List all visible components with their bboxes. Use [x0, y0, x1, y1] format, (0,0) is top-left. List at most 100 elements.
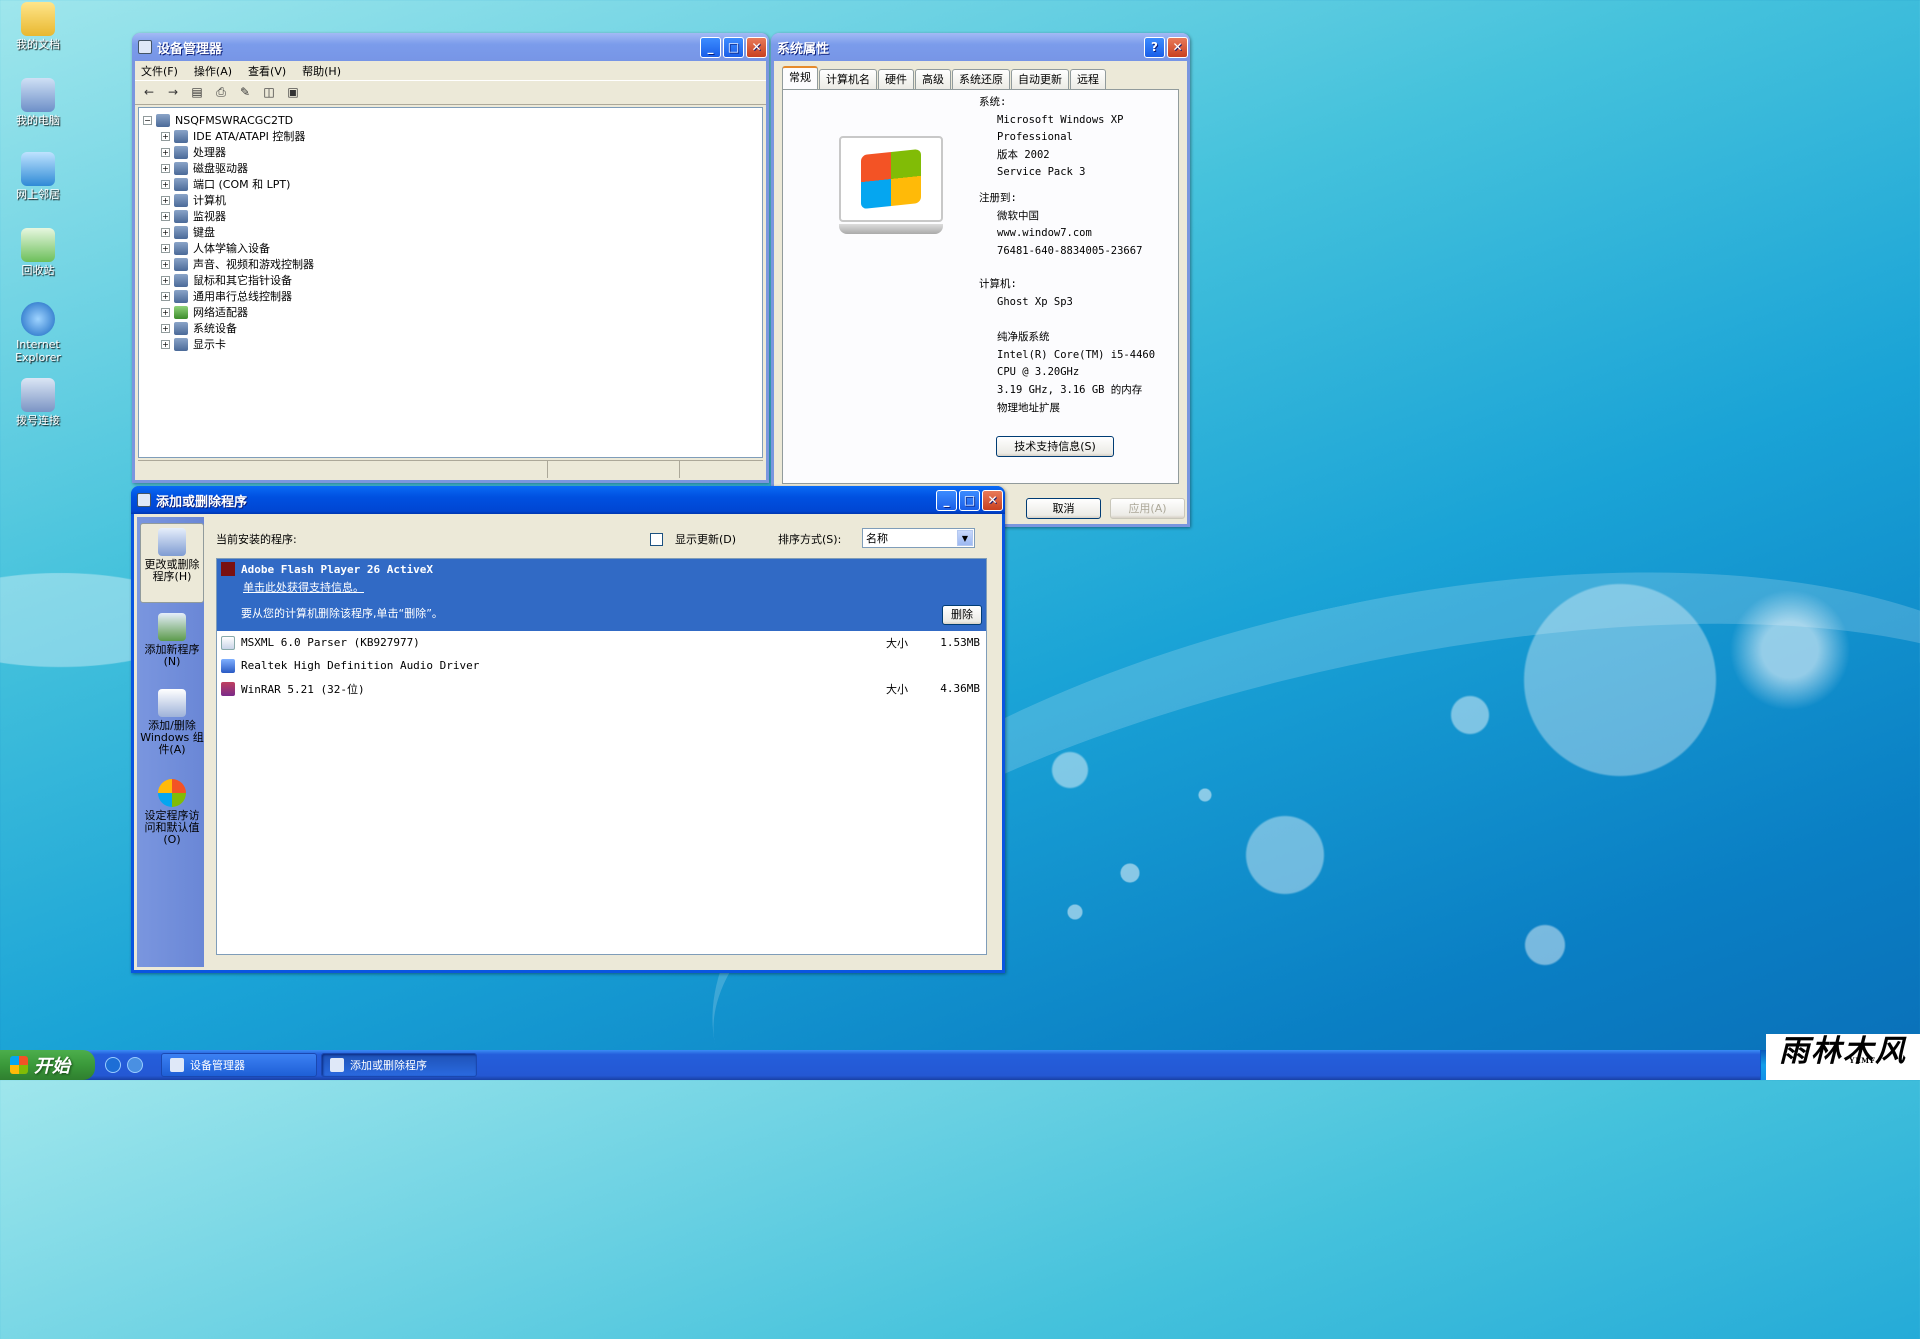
support-info-link[interactable]: 单击此处获得支持信息。 [221, 579, 982, 595]
desktop-icon-my-documents[interactable]: 我的文档 [6, 2, 70, 51]
tree-node[interactable]: + 端口 (COM 和 LPT) [143, 176, 758, 192]
port-icon [174, 177, 188, 191]
tree-node[interactable]: + 监视器 [143, 208, 758, 224]
show-updates-control[interactable]: 显示更新(D) [650, 531, 736, 547]
tree-node[interactable]: + 磁盘驱动器 [143, 160, 758, 176]
toolbar: ← → ▤ ⎙ ✎ ◫ ▣ [135, 81, 766, 105]
print-icon[interactable]: ⎙ [213, 85, 229, 101]
tree-node[interactable]: + 处理器 [143, 144, 758, 160]
maximize-button[interactable]: □ [959, 489, 980, 511]
general-tab-panel: 系统: Microsoft Windows XP Professional 版本… [782, 89, 1179, 484]
show-hide-tree-icon[interactable]: ▤ [189, 85, 205, 101]
monitor-stand [839, 224, 943, 234]
expand-icon[interactable]: + [161, 147, 170, 157]
add-remove-programs-window[interactable]: 添加或删除程序 _ □ ✕ 更改或删除程序(H) 添加新程序(N) 添加/删除 … [131, 486, 1005, 973]
selected-program-row[interactable]: Adobe Flash Player 26 ActiveX 单击此处获得支持信息… [217, 559, 986, 631]
tab-hardware[interactable]: 硬件 [878, 69, 914, 89]
chevron-down-icon[interactable]: ▼ [957, 530, 973, 546]
program-row[interactable]: MSXML 6.0 Parser (KB927977) 大小 1.53MB [217, 631, 986, 654]
scan-hardware-icon[interactable]: ▣ [285, 85, 301, 101]
taskbar-item-add-remove[interactable]: 添加或删除程序 [321, 1053, 477, 1077]
expand-icon[interactable]: + [161, 195, 170, 205]
expand-icon[interactable]: + [161, 259, 170, 269]
back-arrow-icon[interactable]: ← [141, 85, 157, 101]
device-manager-titlebar[interactable]: 设备管理器 _ □ ✕ [132, 33, 769, 61]
tree-node[interactable]: + 鼠标和其它指针设备 [143, 272, 758, 288]
internet-explorer-icon [21, 302, 55, 336]
expand-icon[interactable]: + [161, 339, 170, 349]
program-list[interactable]: Adobe Flash Player 26 ActiveX 单击此处获得支持信息… [216, 558, 987, 955]
expand-icon[interactable]: + [161, 211, 170, 221]
tree-node[interactable]: + 网络适配器 [143, 304, 758, 320]
tab-auto-update[interactable]: 自动更新 [1011, 69, 1069, 89]
menu-action[interactable]: 操作(A) [194, 63, 232, 79]
remove-button[interactable]: 删除 [942, 605, 982, 625]
tab-remote[interactable]: 远程 [1070, 69, 1106, 89]
tab-system-restore[interactable]: 系统还原 [952, 69, 1010, 89]
menu-view[interactable]: 查看(V) [248, 63, 286, 79]
internet-explorer-icon[interactable] [105, 1057, 121, 1073]
tree-node[interactable]: + 人体学输入设备 [143, 240, 758, 256]
apply-button[interactable]: 应用(A) [1110, 498, 1185, 519]
program-row[interactable]: WinRAR 5.21 (32-位) 大小 4.36MB [217, 677, 986, 700]
start-button[interactable]: 开始 [0, 1050, 95, 1080]
support-info-button[interactable]: 技术支持信息(S) [996, 436, 1114, 457]
show-updates-checkbox[interactable] [650, 532, 663, 546]
expand-icon[interactable]: + [161, 323, 170, 333]
forward-arrow-icon[interactable]: → [165, 85, 181, 101]
expand-icon[interactable]: + [161, 179, 170, 189]
menu-help[interactable]: 帮助(H) [302, 63, 341, 79]
tree-node[interactable]: + 通用串行总线控制器 [143, 288, 758, 304]
monitor-icon [174, 209, 188, 223]
minimize-button[interactable]: _ [700, 36, 721, 58]
tree-node[interactable]: + 系统设备 [143, 320, 758, 336]
change-remove-programs-button[interactable]: 更改或删除程序(H) [140, 523, 204, 603]
expand-icon[interactable]: + [161, 131, 170, 141]
sort-label: 排序方式(S): [778, 533, 842, 546]
system-properties-titlebar[interactable]: 系统属性 ? ✕ [771, 33, 1190, 61]
collapse-icon[interactable]: − [143, 115, 152, 125]
program-row[interactable]: Realtek High Definition Audio Driver [217, 654, 986, 677]
help-button[interactable]: ? [1144, 36, 1165, 58]
windows-components-button[interactable]: 添加/删除 Windows 组件(A) [140, 689, 204, 767]
menu-file[interactable]: 文件(F) [141, 63, 178, 79]
help-icon[interactable]: ◫ [261, 85, 277, 101]
close-button[interactable]: ✕ [746, 36, 767, 58]
add-remove-main: 当前安装的程序: 显示更新(D) 排序方式(S): 名称 ▼ Adobe Fla… [204, 517, 999, 967]
close-button[interactable]: ✕ [1167, 36, 1188, 58]
desktop-icon-recycle-bin[interactable]: 回收站 [6, 228, 70, 277]
minimize-button[interactable]: _ [936, 489, 957, 511]
expand-icon[interactable]: + [161, 163, 170, 173]
desktop-icon-network[interactable]: 网上邻居 [6, 152, 70, 201]
sort-select[interactable]: 名称 ▼ [862, 528, 975, 548]
device-manager-window[interactable]: 设备管理器 _ □ ✕ 文件(F) 操作(A) 查看(V) 帮助(H) ← → … [132, 33, 769, 483]
tab-advanced[interactable]: 高级 [915, 69, 951, 89]
add-remove-titlebar[interactable]: 添加或删除程序 _ □ ✕ [131, 486, 1005, 514]
program-access-defaults-button[interactable]: 设定程序访问和默认值(O) [140, 779, 204, 855]
system-properties-window[interactable]: 系统属性 ? ✕ 常规 计算机名 硬件 高级 系统还原 自动更新 远程 系统: … [771, 33, 1190, 527]
add-new-programs-button[interactable]: 添加新程序(N) [140, 613, 204, 677]
tree-node[interactable]: + 计算机 [143, 192, 758, 208]
close-button[interactable]: ✕ [982, 489, 1003, 511]
desktop-icon-dialup[interactable]: 拨号连接 [6, 378, 70, 427]
tab-general[interactable]: 常规 [782, 66, 818, 89]
expand-icon[interactable]: + [161, 227, 170, 237]
expand-icon[interactable]: + [161, 243, 170, 253]
taskbar-item-device-manager[interactable]: 设备管理器 [161, 1053, 317, 1077]
desktop-icon-my-computer[interactable]: 我的电脑 [6, 78, 70, 127]
media-player-icon[interactable] [127, 1057, 143, 1073]
expand-icon[interactable]: + [161, 307, 170, 317]
tree-node[interactable]: + 显示卡 [143, 336, 758, 352]
properties-icon[interactable]: ✎ [237, 85, 253, 101]
expand-icon[interactable]: + [161, 275, 170, 285]
expand-icon[interactable]: + [161, 291, 170, 301]
desktop-icon-internet-explorer[interactable]: Internet Explorer [6, 302, 70, 364]
tab-computer-name[interactable]: 计算机名 [819, 69, 877, 89]
tree-node[interactable]: + IDE ATA/ATAPI 控制器 [143, 128, 758, 144]
tree-node[interactable]: + 键盘 [143, 224, 758, 240]
tree-node[interactable]: + 声音、视频和游戏控制器 [143, 256, 758, 272]
device-tree[interactable]: − NSQFMSWRACGC2TD + IDE ATA/ATAPI 控制器 + 处理器… [138, 107, 763, 458]
cancel-button[interactable]: 取消 [1026, 498, 1101, 519]
tree-root[interactable]: − NSQFMSWRACGC2TD [143, 112, 758, 128]
maximize-button[interactable]: □ [723, 36, 744, 58]
